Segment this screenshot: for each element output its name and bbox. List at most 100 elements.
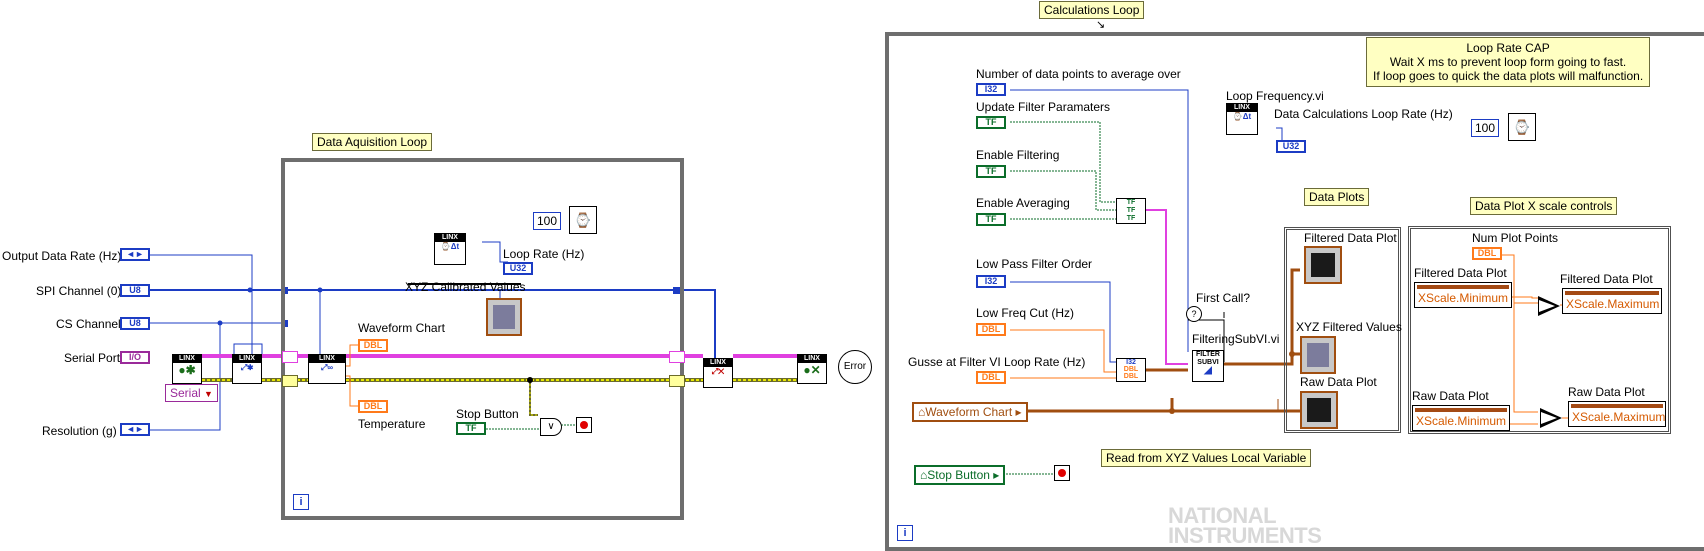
stop-button-local-variable[interactable]: ⌂Stop Button ▸ [914, 465, 1006, 485]
raw-plot-xmax-label: Raw Data Plot [1568, 385, 1645, 399]
resolution-control[interactable]: ◄► [120, 423, 150, 436]
serial-port-control[interactable]: I/O [120, 351, 150, 364]
linx-close-spi-node[interactable]: LINX ⤢✕ [703, 358, 733, 388]
waveform-var-label: Waveform Chart [925, 405, 1013, 419]
stop-button-label: Stop Button [456, 407, 519, 421]
cs-channel-label: CS Channel [56, 317, 121, 331]
num-plot-points-control[interactable]: DBL [1472, 247, 1502, 260]
linx-configure-node[interactable]: LINX ⤢✱ [232, 354, 262, 384]
serial-select-value: Serial [170, 386, 201, 400]
output-data-rate-control[interactable]: ◄► [120, 248, 150, 261]
lowpass-order-label: Low Pass Filter Order [976, 257, 1093, 271]
loop-iteration-icon: i [293, 494, 309, 510]
first-call-icon[interactable]: ? [1186, 306, 1202, 322]
loop-frequency-node[interactable]: LINX ⌚Δt [434, 233, 466, 265]
enable-averaging-control[interactable]: TF [976, 213, 1006, 226]
enable-averaging-label: Enable Averaging [976, 196, 1070, 210]
calc-wait-ms-icon[interactable]: ⌚ [1508, 113, 1536, 141]
ni-logo-watermark: NATIONAL INSTRUMENTS [1168, 505, 1322, 547]
calc-loop-frequency-node[interactable]: LINX ⌚Δt [1226, 103, 1258, 135]
xscale-controls-note: Data Plot X scale controls [1470, 197, 1618, 215]
output-data-rate-label: Output Data Rate (Hz) [2, 249, 122, 263]
num-points-control[interactable]: I32 [976, 83, 1006, 96]
calc-loop-title: Calculations Loop [1039, 1, 1145, 19]
add-function-inner [1539, 300, 1555, 312]
lowpass-order-control[interactable]: I32 [976, 275, 1006, 288]
xyz-filtered-indicator [1300, 336, 1336, 374]
loop-rate-indicator: U32 [503, 262, 533, 275]
acq-loop-title: Data Aquisition Loop [312, 133, 433, 151]
serial-select[interactable]: Serial ▼ [165, 384, 218, 402]
raw-plot-indicator [1300, 391, 1338, 429]
enable-filtering-label: Enable Filtering [976, 148, 1060, 162]
num-points-label: Number of data points to average over [976, 67, 1181, 81]
dropdown-icon: ▼ [204, 389, 213, 399]
loop-frequency-vi-label: Loop Frequency.vi [1226, 89, 1324, 103]
shift-register-right-pink [669, 351, 685, 363]
cap-note-line-2: Wait X ms to prevent loop form going to … [1389, 55, 1627, 69]
update-filter-control[interactable]: TF [976, 116, 1006, 129]
filtered-xmin-label: XScale.Minimum [1418, 291, 1509, 305]
arrow-icon: ↘ [1096, 19, 1106, 31]
or-function-icon[interactable]: ∨ [540, 418, 562, 436]
cap-note-line-1: Loop Rate CAP [1466, 41, 1550, 55]
error-handler-icon[interactable]: Error [838, 350, 872, 384]
wait-ms-icon[interactable]: ⌚ [569, 206, 597, 234]
raw-xmax-label: XScale.Maximum [1572, 410, 1666, 424]
acq-wait-constant[interactable]: 100 [533, 212, 562, 230]
bundle-bool-node[interactable]: TF TF TF [1116, 198, 1146, 224]
shift-register-left-pink [282, 351, 298, 363]
update-filter-label: Update Filter Paramaters [976, 100, 1111, 114]
guess-rate-control[interactable]: DBL [976, 371, 1006, 384]
filtered-plot-xscale-label: Filtered Data Plot [1414, 266, 1507, 280]
temperature-label: Temperature [358, 417, 426, 431]
shift-register-left-error [282, 375, 298, 387]
acq-while-loop: i [281, 158, 684, 520]
loop-rate-label: Loop Rate (Hz) [503, 247, 585, 261]
calc-stop-condition-icon[interactable] [1054, 465, 1070, 481]
xyz-filtered-label: XYZ Filtered Values [1296, 320, 1402, 334]
cap-note-line-3: If loop goes to quick the data plots wil… [1373, 69, 1644, 83]
stop-var-label: Stop Button [927, 468, 990, 482]
add-function-inner-2 [1541, 412, 1557, 424]
low-freq-label: Low Freq Cut (Hz) [976, 306, 1075, 320]
raw-plot-xscale-label: Raw Data Plot [1412, 389, 1489, 403]
enable-filtering-control[interactable]: TF [976, 165, 1006, 178]
linx-read-node[interactable]: LINX ⤢∞ [308, 354, 346, 384]
cs-channel-control[interactable]: U8 [120, 317, 150, 330]
data-plots-note: Data Plots [1304, 188, 1370, 206]
read-xyz-note: Read from XYZ Values Local Variable [1101, 449, 1312, 467]
filter-subvi-node[interactable]: FILTER SUBVI ◢ [1192, 350, 1224, 382]
filtered-xscale-max-property[interactable]: XScale.Maximum [1562, 288, 1662, 314]
loop-rate-cap-note: Loop Rate CAP Wait X ms to prevent loop … [1366, 37, 1651, 87]
calc-rate-label: Data Calculations Loop Rate (Hz) [1274, 107, 1453, 121]
serial-port-label: Serial Port [64, 351, 121, 365]
linx-open-node[interactable]: LINX ●✱ [172, 354, 202, 384]
first-call-label: First Call? [1196, 291, 1251, 305]
xyz-calibrated-label: XYZ Calibrated Values [405, 280, 526, 294]
spi-channel-label: SPI Channel (0) [36, 284, 122, 298]
waveform-chart-local-variable[interactable]: ⌂Waveform Chart ▸ [912, 402, 1028, 422]
filtering-subvi-label: FilteringSubVI.vi [1192, 332, 1280, 346]
shift-register-right-error [669, 375, 685, 387]
guess-rate-label: Gusse at Filter VI Loop Rate (Hz) [908, 355, 1086, 369]
filtered-plot-indicator [1304, 246, 1342, 284]
calc-wait-constant[interactable]: 100 [1471, 119, 1500, 137]
raw-xscale-max-property[interactable]: XScale.Maximum [1568, 401, 1666, 427]
linx-close-node[interactable]: LINX ●✕ [797, 354, 827, 384]
num-plot-points-label: Num Plot Points [1472, 231, 1559, 245]
filtered-xscale-min-property[interactable]: XScale.Minimum [1414, 282, 1512, 308]
waveform-chart-terminal: DBL [358, 339, 388, 352]
low-freq-control[interactable]: DBL [976, 323, 1006, 336]
calc-iteration-icon: i [897, 525, 913, 541]
waveform-chart-label: Waveform Chart [358, 321, 445, 335]
bundle-params-node[interactable]: I32 DBL DBL [1116, 358, 1146, 382]
loop-stop-condition-icon[interactable] [576, 417, 592, 433]
raw-xscale-min-property[interactable]: XScale.Minimum [1412, 405, 1510, 431]
resolution-label: Resolution (g) [42, 424, 117, 438]
spi-channel-control[interactable]: U8 [120, 284, 150, 297]
raw-xmin-label: XScale.Minimum [1416, 414, 1507, 428]
stop-button-terminal[interactable]: TF [456, 422, 486, 435]
temperature-terminal: DBL [358, 400, 388, 413]
xyz-calibrated-indicator [486, 298, 522, 336]
